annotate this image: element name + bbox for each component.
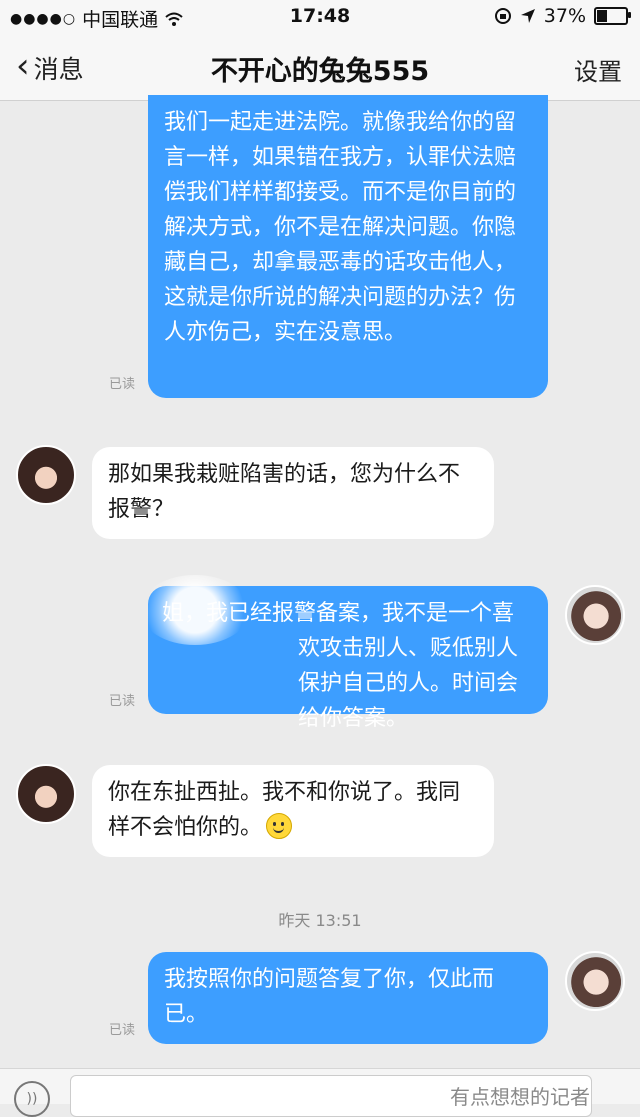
chat-title: 不开心的兔兔555 — [210, 56, 430, 87]
smiley-icon — [266, 813, 293, 839]
settings-button[interactable]: 设置 — [574, 52, 622, 87]
voice-icon[interactable]: )) — [14, 1081, 50, 1117]
status-right: 37% — [494, 5, 631, 27]
read-receipt: 已读 — [109, 694, 136, 709]
battery-percent: 37% — [543, 5, 586, 27]
battery-icon — [594, 7, 631, 25]
redaction-scribble — [140, 575, 250, 645]
message-bubble-incoming[interactable]: 那如果我栽赃陷害的话，您为什么不报警？ — [92, 447, 494, 539]
watermark: 有点想想的记者 — [450, 1085, 590, 1109]
nav-bar: ‹ 消息 不开心的兔兔555 设置 — [0, 32, 640, 101]
battery-fill — [597, 10, 607, 22]
message-bubble-incoming[interactable]: 你在东扯西扯。我不和你说了。我同样不会怕你的。 — [92, 765, 494, 857]
location-arrow-icon — [520, 9, 535, 23]
time-divider: 昨天 13:51 — [278, 911, 362, 930]
avatar-self[interactable] — [565, 585, 625, 645]
message-text: 我们一起走进法院。就像我给你的留言一样，如果错在我方，认罪伏法赔偿我们样样都接受… — [164, 110, 517, 345]
read-receipt: 已读 — [109, 1023, 136, 1038]
avatar-self[interactable] — [565, 951, 625, 1011]
status-bar: ●●●●○ 中国联通 17:48 37% — [0, 0, 640, 32]
rotation-lock-icon — [494, 8, 511, 24]
message-text: 那如果我栽赃陷害的话，您为什么不报警？ — [108, 462, 461, 522]
avatar-contact[interactable] — [16, 445, 76, 505]
message-bubble-outgoing[interactable]: 我按照你的问题答复了你，仅此而已。 — [148, 952, 548, 1044]
read-receipt: 已读 — [109, 377, 136, 392]
message-bubble-outgoing[interactable]: 我们一起走进法院。就像我给你的留言一样，如果错在我方，认罪伏法赔偿我们样样都接受… — [148, 95, 548, 398]
message-text: 我按照你的问题答复了你，仅此而已。 — [164, 967, 495, 1027]
avatar-contact[interactable] — [16, 764, 76, 824]
